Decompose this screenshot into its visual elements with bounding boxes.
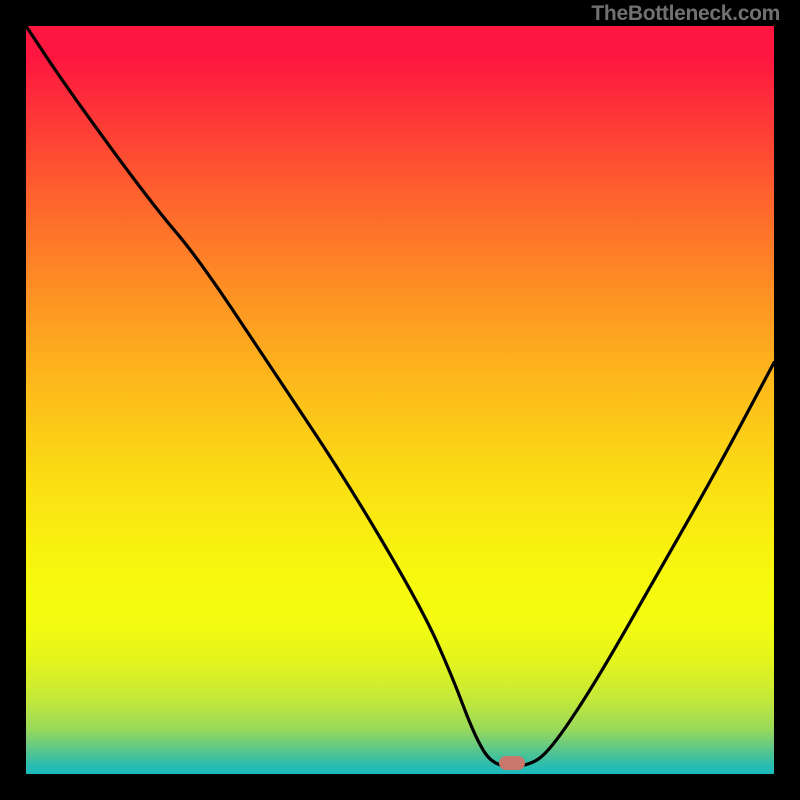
curve-path [26, 26, 774, 767]
watermark-text: TheBottleneck.com [591, 2, 780, 26]
chart-frame: TheBottleneck.com [0, 0, 800, 800]
plot-area [26, 26, 774, 774]
bottleneck-curve [26, 26, 774, 774]
optimal-marker [499, 756, 525, 770]
